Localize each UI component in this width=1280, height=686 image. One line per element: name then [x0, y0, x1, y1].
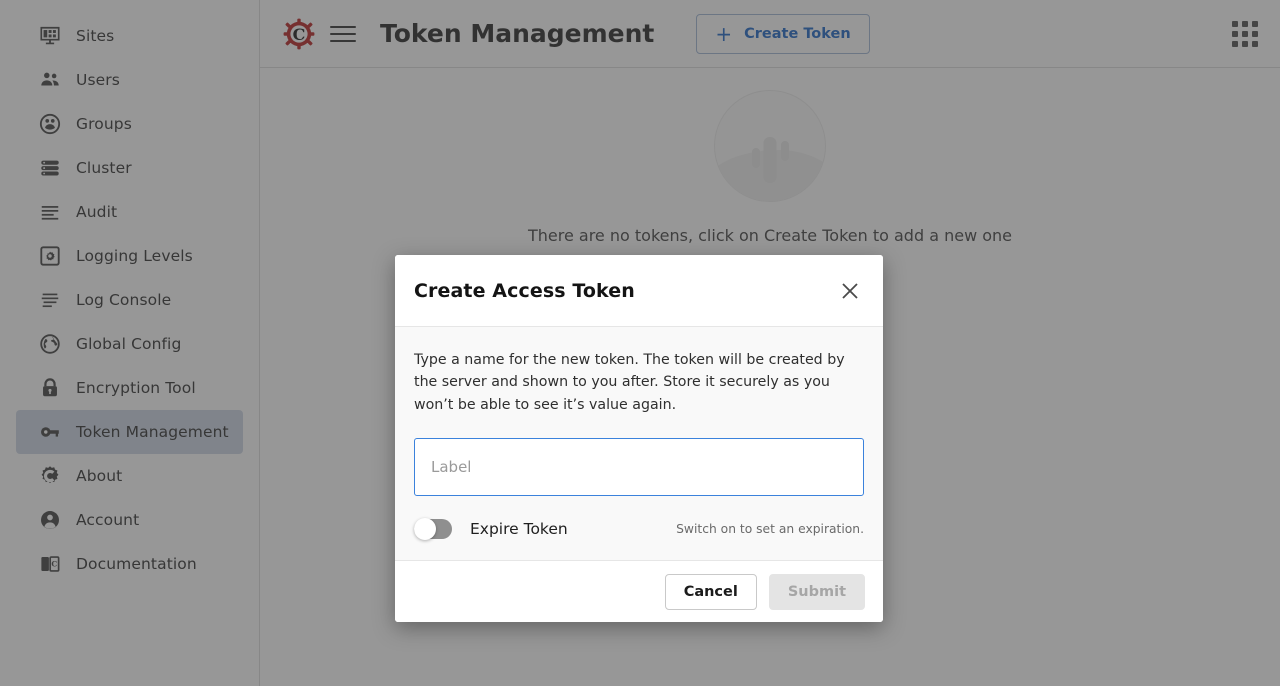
dialog-body: Type a name for the new token. The token… — [395, 327, 883, 561]
dialog-description: Type a name for the new token. The token… — [414, 352, 845, 413]
expire-token-label: Expire Token — [470, 520, 568, 539]
dialog-header: Create Access Token — [395, 255, 883, 327]
close-icon[interactable] — [835, 276, 865, 306]
expire-token-row: Expire Token Switch on to set an expirat… — [414, 498, 864, 560]
cancel-button[interactable]: Cancel — [664, 573, 757, 610]
expire-token-toggle[interactable] — [414, 518, 452, 541]
toggle-knob — [414, 518, 436, 541]
submit-button: Submit — [768, 573, 865, 610]
expire-token-hint: Switch on to set an expiration. — [676, 522, 864, 537]
dialog-title: Create Access Token — [414, 279, 635, 302]
token-label-input[interactable] — [414, 438, 864, 497]
create-access-token-dialog: Create Access Token Type a name for the … — [395, 255, 883, 623]
dialog-footer: Cancel Submit — [395, 560, 883, 623]
